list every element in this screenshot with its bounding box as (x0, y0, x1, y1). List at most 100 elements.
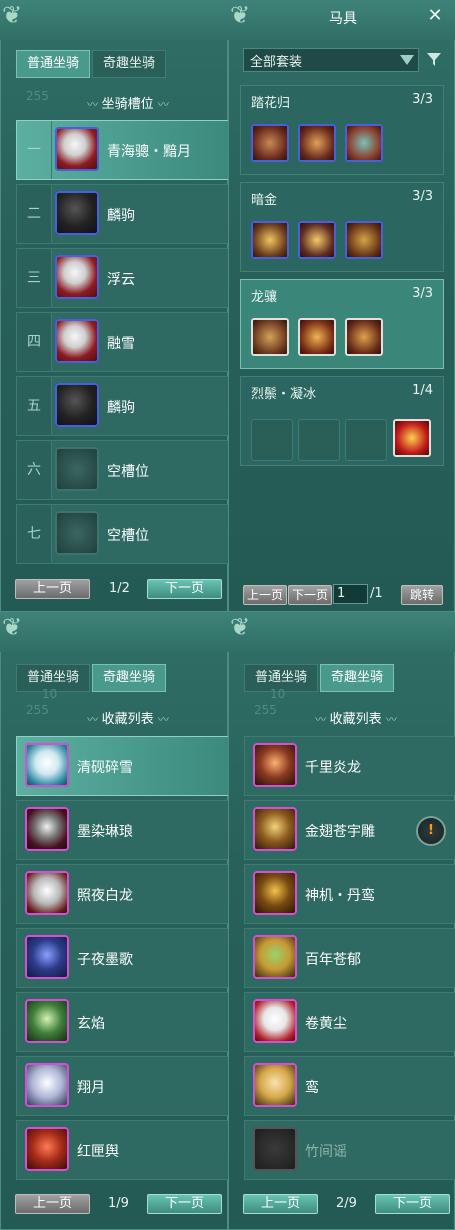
collection-list-item[interactable]: 清砚碎雪 (16, 736, 228, 796)
suit-name: 龙骧 (251, 290, 278, 305)
collection-panel-right: ❦ 普通坐骑 奇趣坐骑 10 255 〰 收藏列表 〰 千里炎龙 金翅苍宇雕 神机・… (228, 612, 455, 1230)
mount-portrait-icon (25, 1063, 69, 1107)
close-icon[interactable]: ✕ (425, 6, 445, 26)
tab-fun-mount[interactable]: 奇趣坐骑 (320, 664, 395, 692)
collection-list-item[interactable]: 竹间谣 (244, 1120, 455, 1180)
collection-list-item[interactable]: 墨染琳琅 (16, 800, 228, 860)
collection-list-item[interactable]: 卷黄尘 (244, 992, 455, 1052)
tab-fun-mount[interactable]: 奇趣坐骑 (92, 664, 167, 692)
mount-portrait-icon (55, 191, 99, 235)
mount-portrait-icon (253, 807, 297, 851)
suit-count: 3/3 (412, 189, 433, 204)
slot-index: 七 (17, 505, 52, 563)
slot-index: 四 (17, 313, 52, 371)
mount-name: 空槽位 (107, 464, 149, 480)
mount-slot-row[interactable]: 五 麟驹 (16, 376, 228, 436)
page-indicator: 2/9 (336, 1196, 357, 1211)
collection-list-item[interactable]: 鸾 (244, 1056, 455, 1116)
collection-list-item[interactable]: 千里炎龙 (244, 736, 455, 796)
gear-item-saddle[interactable] (251, 221, 289, 259)
mount-slot-row[interactable]: 六 空槽位 (16, 440, 228, 500)
slot-index: 一 (17, 121, 52, 179)
mount-slot-row[interactable]: 七 空槽位 (16, 504, 228, 564)
suit-group-1[interactable]: 踏花归 3/3 (240, 85, 444, 175)
next-page-button[interactable]: 下一页 (147, 579, 222, 599)
collection-list-item[interactable]: 百年苍郁 (244, 928, 455, 988)
mount-name: 红匣舆 (77, 1144, 119, 1160)
collection-list-item[interactable]: 翔月 (16, 1056, 228, 1116)
warning-icon[interactable]: ! (418, 818, 444, 844)
slot-index: 二 (17, 185, 52, 243)
faint-number: 10 (42, 687, 58, 701)
next-page-button[interactable]: 下一页 (288, 585, 332, 605)
mount-slot-row[interactable]: 四 融雪 (16, 312, 228, 372)
gear-item-stirrup[interactable] (345, 221, 383, 259)
gear-item-saddle[interactable] (251, 318, 289, 356)
gear-item-saddle[interactable] (251, 124, 289, 162)
mount-slot-row[interactable]: 三 浮云 (16, 248, 228, 308)
prev-page-button[interactable]: 上一页 (243, 585, 287, 605)
tab-fun-mount[interactable]: 奇趣坐骑 (92, 50, 167, 78)
ornament-right-icon: 〰 (385, 713, 397, 726)
mount-tabs: 普通坐骑 奇趣坐骑 (16, 50, 167, 78)
next-page-button[interactable]: 下一页 (147, 1194, 222, 1214)
tab-normal-mount[interactable]: 普通坐骑 (16, 50, 91, 78)
mount-slot-row[interactable]: 二 麟驹 (16, 184, 228, 244)
suit-filter-label: 全部套装 (250, 55, 303, 70)
mount-name: 千里炎龙 (305, 760, 361, 776)
mount-name: 照夜白龙 (77, 888, 133, 904)
mount-name: 竹间谣 (305, 1144, 347, 1160)
suit-group-2[interactable]: 暗金 3/3 (240, 182, 444, 272)
gear-item-reins[interactable] (298, 318, 336, 356)
page-number-input[interactable]: 1 (333, 584, 368, 604)
dragon-emblem-icon: ❦ (2, 613, 23, 641)
suit-count: 3/3 (412, 92, 433, 107)
suit-group-3[interactable]: 龙骧 3/3 (240, 279, 444, 369)
suit-count: 1/4 (412, 383, 433, 398)
gear-item-reins[interactable] (298, 124, 336, 162)
prev-page-button[interactable]: 上一页 (243, 1194, 318, 1214)
gear-item-stirrup[interactable] (345, 124, 383, 162)
mount-portrait-icon (253, 999, 297, 1043)
suit-name: 踏花归 (251, 96, 291, 111)
page-indicator: 1/9 (108, 1196, 129, 1211)
gear-item-reins[interactable] (298, 221, 336, 259)
mount-portrait-icon (25, 743, 69, 787)
mount-name: 麟驹 (107, 400, 135, 416)
jump-button[interactable]: 跳转 (401, 585, 443, 605)
gear-slot-empty[interactable] (345, 419, 387, 461)
suit-name: 暗金 (251, 193, 278, 208)
collection-list-item[interactable]: 照夜白龙 (16, 864, 228, 924)
collection-list-item[interactable]: 神机・丹鸾 (244, 864, 455, 924)
prev-page-button[interactable]: 上一页 (15, 1194, 90, 1214)
collection-panel-left: ❦ 普通坐骑 奇趣坐骑 10 255 〰 收藏列表 〰 清砚碎雪 墨染琳琅 照夜白龙… (0, 612, 228, 1230)
next-page-button[interactable]: 下一页 (375, 1194, 450, 1214)
gear-slot-empty[interactable] (298, 419, 340, 461)
harness-panel: ❦ 马具 ✕ 全部套装 踏花归 3/3 暗金 3/3 龙骧 3/3 烈鬃・凝冰 … (228, 0, 455, 612)
mount-portrait-icon (25, 871, 69, 915)
mount-name: 青海骢・黯月 (107, 144, 191, 160)
suit-filter-select[interactable]: 全部套装 (243, 48, 419, 72)
gear-slot-empty[interactable] (251, 419, 293, 461)
suit-group-4[interactable]: 烈鬃・凝冰 1/4 (240, 376, 444, 466)
mount-name: 金翅苍宇雕 (305, 824, 375, 840)
mount-slot-row[interactable]: 一 青海骢・黯月 (16, 120, 228, 180)
mount-portrait-icon (55, 447, 99, 491)
collection-list-item[interactable]: 红匣舆 (16, 1120, 228, 1180)
mount-portrait-icon (253, 935, 297, 979)
mount-name: 浮云 (107, 272, 135, 288)
mount-name: 百年苍郁 (305, 952, 361, 968)
dragon-emblem-icon: ❦ (230, 1, 251, 29)
gear-item-stirrup[interactable] (345, 318, 383, 356)
mount-portrait-icon (55, 255, 99, 299)
filter-icon[interactable] (426, 51, 442, 67)
prev-page-button[interactable]: 上一页 (15, 579, 90, 599)
gear-item-ornament[interactable] (393, 419, 431, 457)
mount-tabs: 普通坐骑 奇趣坐骑 (244, 664, 395, 692)
collection-list-item[interactable]: 玄焰 (16, 992, 228, 1052)
collection-list-item[interactable]: 子夜墨歌 (16, 928, 228, 988)
dragon-emblem-icon: ❦ (2, 1, 23, 29)
mount-name: 神机・丹鸾 (305, 888, 375, 904)
ornament-left-icon: 〰 (87, 713, 102, 726)
chevron-down-icon (400, 55, 414, 65)
